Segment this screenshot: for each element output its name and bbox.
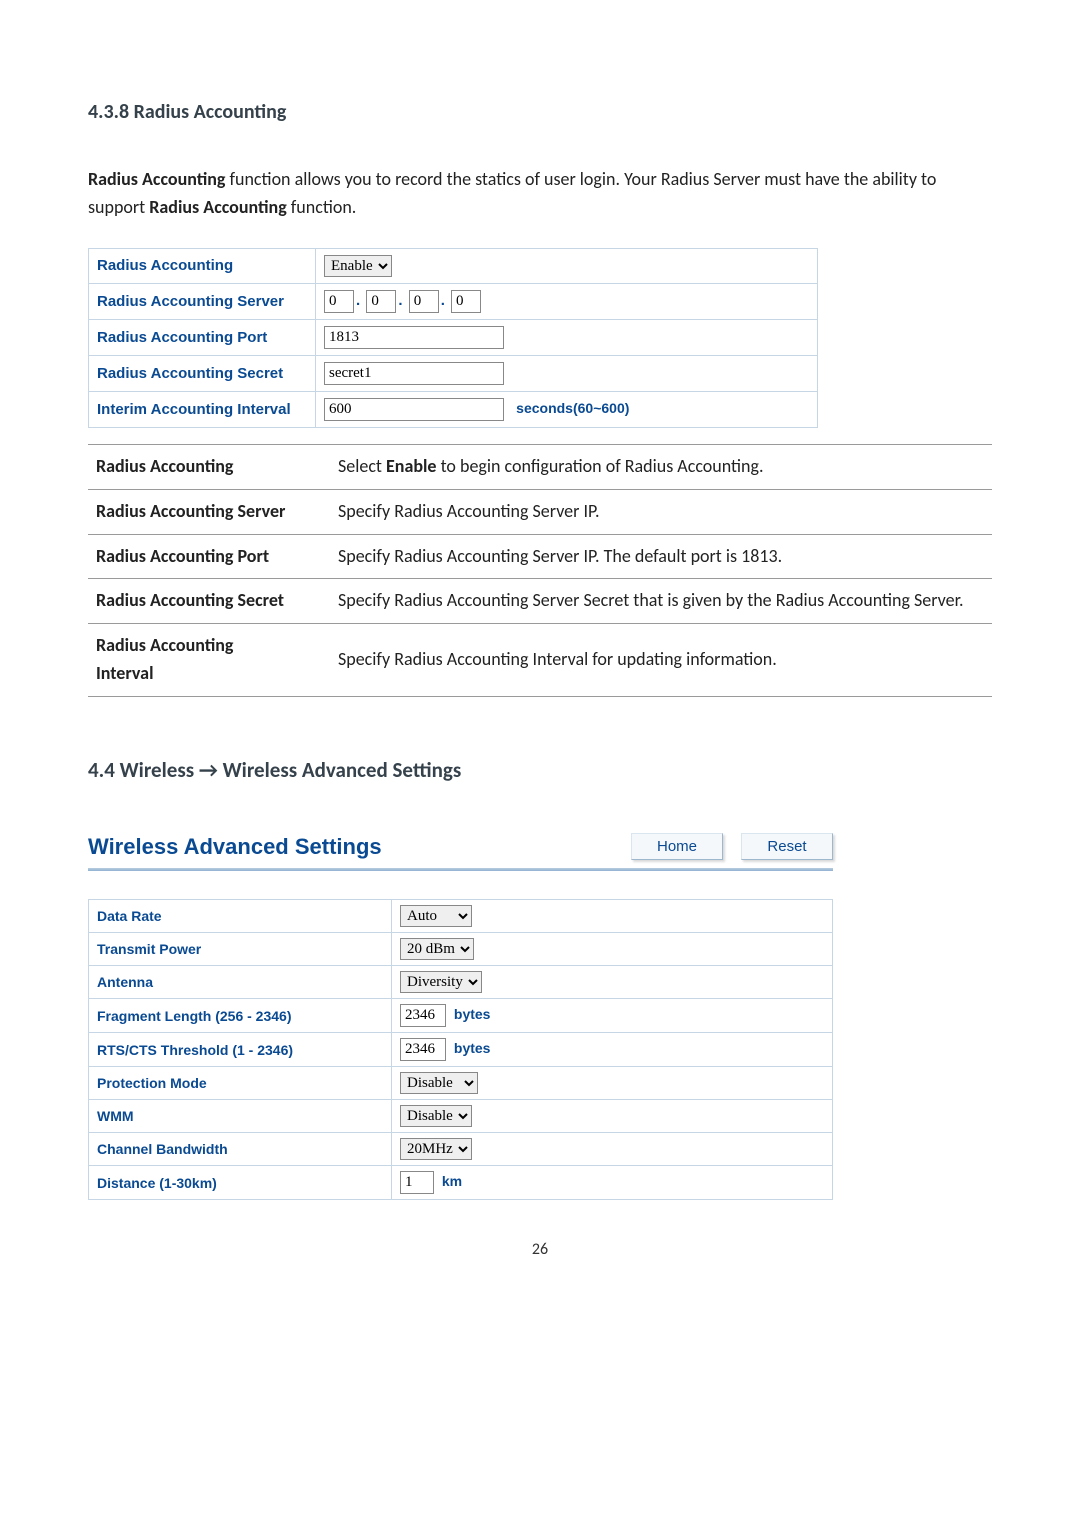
- channel-bandwidth-label: Channel Bandwidth: [89, 1133, 392, 1166]
- home-button[interactable]: Home: [631, 833, 723, 860]
- wireless-panel-title: Wireless Advanced Settings: [88, 834, 382, 860]
- section-438-intro: Radius Accounting function allows you to…: [88, 166, 992, 222]
- desc-def-port: Specify Radius Accounting Server IP. The…: [330, 534, 992, 579]
- fragment-length-label: Fragment Length (256 - 2346): [89, 999, 392, 1033]
- desc-def-accounting: Select Enable to begin configuration of …: [330, 444, 992, 489]
- desc-term-port: Radius Accounting Port: [88, 534, 330, 579]
- fragment-length-input[interactable]: [400, 1004, 446, 1027]
- interim-interval-hint: seconds(60~600): [516, 400, 629, 416]
- wmm-select[interactable]: Disable: [400, 1105, 472, 1127]
- desc-def-secret: Specify Radius Accounting Server Secret …: [330, 579, 992, 624]
- protection-mode-label: Protection Mode: [89, 1067, 392, 1100]
- distance-label: Distance (1-30km): [89, 1166, 392, 1200]
- radius-secret-input[interactable]: [324, 362, 504, 385]
- radius-secret-label: Radius Accounting Secret: [89, 355, 316, 391]
- radius-description-table: Radius Accounting Select Enable to begin…: [88, 444, 992, 697]
- antenna-label: Antenna: [89, 966, 392, 999]
- radius-ip-octet-4[interactable]: [451, 290, 481, 313]
- radius-port-label: Radius Accounting Port: [89, 319, 316, 355]
- wireless-panel-buttons: Home Reset: [631, 833, 833, 860]
- radius-ip-octet-2[interactable]: [366, 290, 396, 313]
- intro-text-2: function.: [287, 196, 357, 218]
- radius-config-table: Radius Accounting Enable Radius Accounti…: [88, 248, 818, 428]
- interim-interval-input[interactable]: [324, 398, 504, 421]
- panel-divider: [88, 868, 833, 871]
- radius-ip-octet-3[interactable]: [409, 290, 439, 313]
- desc-def-server: Specify Radius Accounting Server IP.: [330, 489, 992, 534]
- radius-server-ip: . . .: [316, 283, 818, 319]
- radius-accounting-label: Radius Accounting: [89, 248, 316, 283]
- distance-input[interactable]: [400, 1171, 434, 1194]
- protection-mode-select[interactable]: Disable: [400, 1072, 478, 1094]
- section-44-heading: 4.4 Wireless → Wireless Advanced Setting…: [88, 757, 992, 783]
- wireless-panel-header: Wireless Advanced Settings Home Reset: [88, 833, 833, 860]
- channel-bandwidth-select[interactable]: 20MHz: [400, 1138, 472, 1160]
- antenna-select[interactable]: Diversity: [400, 971, 482, 993]
- desc-term-accounting: Radius Accounting: [88, 444, 330, 489]
- section-438-heading: 4.3.8 Radius Accounting: [88, 100, 992, 124]
- ip-dot: .: [354, 292, 362, 309]
- radius-server-label: Radius Accounting Server: [89, 283, 316, 319]
- radius-ip-octet-1[interactable]: [324, 290, 354, 313]
- rts-threshold-label: RTS/CTS Threshold (1 - 2346): [89, 1033, 392, 1067]
- radius-port-input[interactable]: [324, 326, 504, 349]
- desc-def-interval: Specify Radius Accounting Interval for u…: [330, 624, 992, 697]
- ip-dot: .: [439, 292, 447, 309]
- interim-interval-label: Interim Accounting Interval: [89, 391, 316, 427]
- intro-bold-1: Radius Accounting: [88, 168, 225, 190]
- radius-accounting-select[interactable]: Enable: [324, 255, 392, 277]
- data-rate-select[interactable]: Auto: [400, 905, 472, 927]
- page-content: 4.3.8 Radius Accounting Radius Accountin…: [0, 0, 1080, 1289]
- wireless-advanced-table: Data Rate Auto Transmit Power 20 dBm Ant…: [88, 899, 833, 1200]
- fragment-length-unit: bytes: [454, 1006, 491, 1022]
- distance-unit: km: [442, 1173, 462, 1189]
- wmm-label: WMM: [89, 1100, 392, 1133]
- reset-button[interactable]: Reset: [741, 833, 833, 860]
- desc-term-interval: Radius Accounting Interval: [88, 624, 330, 697]
- rts-threshold-unit: bytes: [454, 1040, 491, 1056]
- tx-power-label: Transmit Power: [89, 933, 392, 966]
- ip-dot: .: [396, 292, 404, 309]
- data-rate-label: Data Rate: [89, 900, 392, 933]
- page-number: 26: [88, 1240, 992, 1259]
- desc-term-server: Radius Accounting Server: [88, 489, 330, 534]
- desc-term-secret: Radius Accounting Secret: [88, 579, 330, 624]
- rts-threshold-input[interactable]: [400, 1038, 446, 1061]
- intro-bold-2: Radius Accounting: [149, 196, 286, 218]
- tx-power-select[interactable]: 20 dBm: [400, 938, 474, 960]
